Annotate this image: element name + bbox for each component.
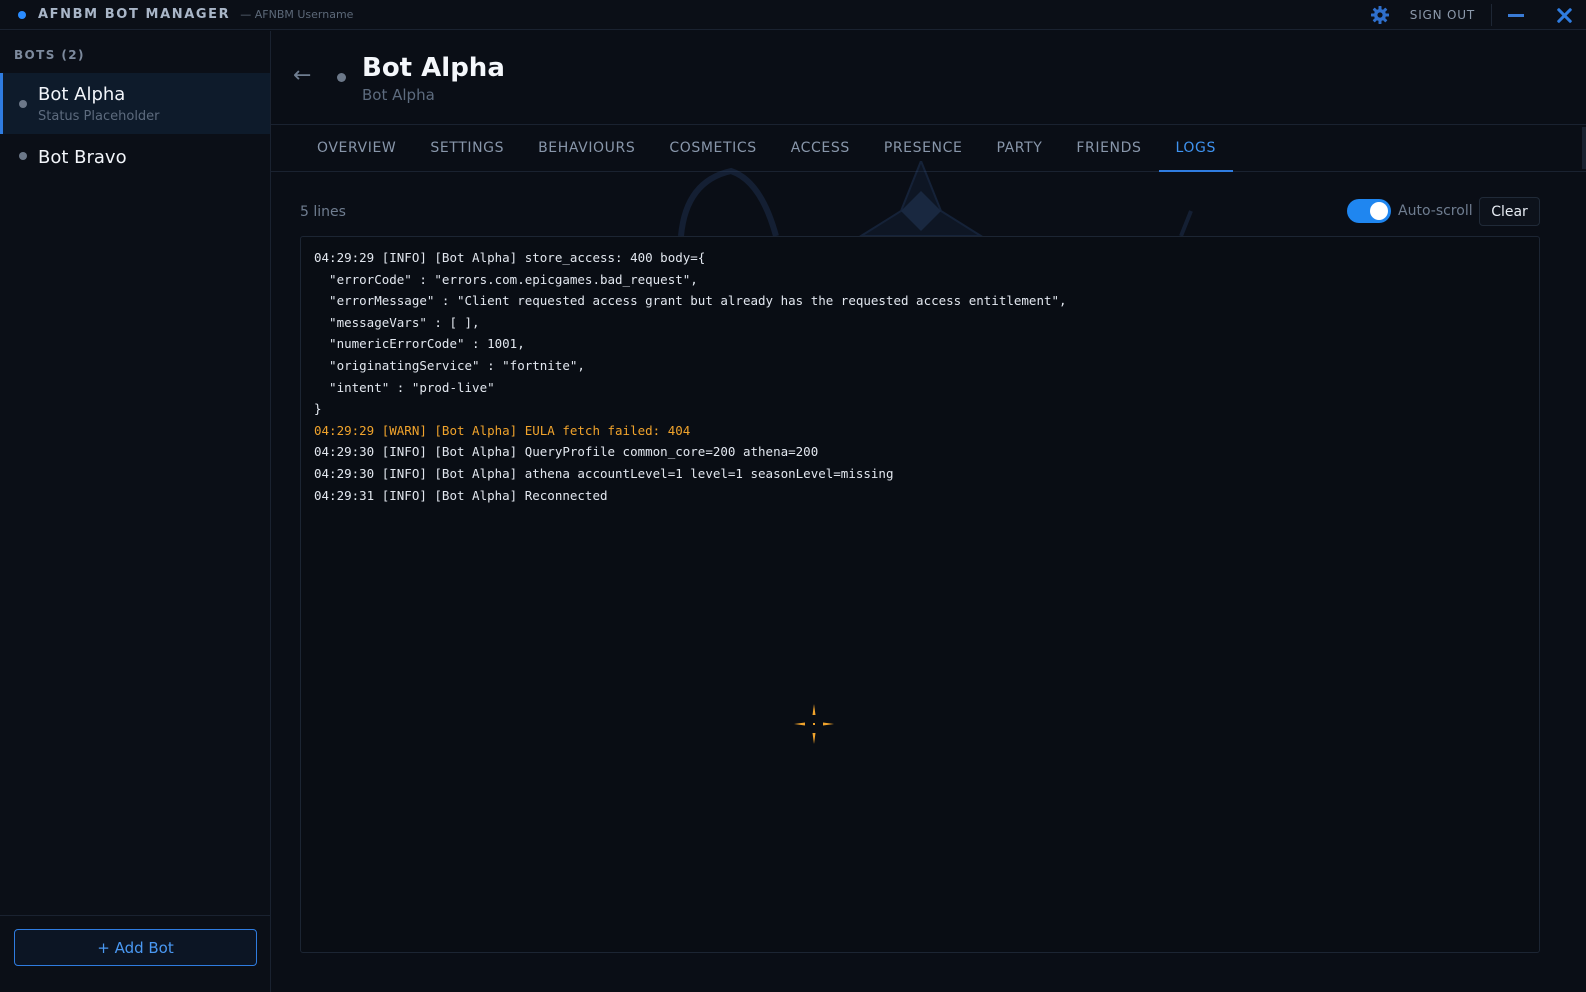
- page-title: Bot Alpha: [362, 53, 505, 83]
- main-panel: ← Bot Alpha Bot Alpha OVERVIEW SETTINGS BE…: [271, 31, 1586, 992]
- gear-icon[interactable]: [1370, 5, 1390, 25]
- background-logo-watermark: [678, 161, 1193, 237]
- tab-bar-scroll-edge: [1582, 127, 1586, 169]
- log-line: "intent" : "prod-live": [314, 379, 495, 395]
- sidebar-item-bot-alpha[interactable]: Bot Alpha Status Placeholder: [0, 73, 270, 134]
- log-line: 04:29:30 [INFO] [Bot Alpha] athena accou…: [314, 465, 894, 481]
- bots-heading: BOTS (2): [14, 48, 85, 62]
- title-bar: AFNBM BOT MANAGER — AFNBM Username SIGN …: [0, 0, 1586, 30]
- bot-name: Bot Alpha: [38, 84, 126, 105]
- sidebar: BOTS (2) Bot Alpha Status Placeholder Bo…: [0, 31, 271, 992]
- title-bar-divider: [1491, 4, 1492, 26]
- add-bot-button[interactable]: + Add Bot: [14, 929, 257, 966]
- log-line: "messageVars" : [ ],: [314, 314, 480, 330]
- log-line: 04:29:31 [INFO] [Bot Alpha] Reconnected: [314, 487, 608, 503]
- sign-out-button[interactable]: SIGN OUT: [1410, 8, 1475, 22]
- bot-status-dot: [19, 152, 27, 160]
- crosshair-cursor-icon: [794, 704, 834, 744]
- log-lines: 04:29:29 [INFO] [Bot Alpha] store_access…: [314, 247, 1067, 506]
- log-line: "errorMessage" : "Client requested acces…: [314, 293, 1067, 309]
- app-status-dot: [18, 10, 26, 19]
- title-bar-actions: SIGN OUT: [1370, 0, 1586, 30]
- page-subtitle: Bot Alpha: [362, 86, 435, 104]
- log-line-count: 5 lines: [300, 204, 346, 220]
- log-output[interactable]: 04:29:29 [INFO] [Bot Alpha] store_access…: [300, 236, 1540, 953]
- log-line: 04:29:29 [WARN] [Bot Alpha] EULA fetch f…: [314, 422, 691, 438]
- toggle-knob: [1370, 202, 1388, 220]
- log-line: 04:29:29 [INFO] [Bot Alpha] store_access…: [314, 250, 706, 265]
- log-line: "numericErrorCode" : 1001,: [314, 336, 525, 352]
- close-icon[interactable]: [1554, 5, 1574, 25]
- log-line: "originatingService" : "fortnite",: [314, 357, 585, 373]
- auto-scroll-label: Auto-scroll: [1398, 203, 1473, 219]
- app-title: AFNBM BOT MANAGER: [38, 7, 231, 22]
- bot-status-dot: [337, 73, 346, 82]
- bot-status-dot: [19, 100, 27, 108]
- bot-header: ← Bot Alpha Bot Alpha: [271, 31, 1586, 125]
- app-username: — AFNBM Username: [240, 8, 354, 21]
- bot-status: Status Placeholder: [38, 109, 160, 124]
- auto-scroll-toggle[interactable]: [1347, 199, 1391, 223]
- log-line: "errorCode" : "errors.com.epicgames.bad_…: [314, 271, 698, 287]
- tab-overview[interactable]: OVERVIEW: [300, 125, 413, 172]
- sidebar-divider: [0, 915, 270, 916]
- log-line: }: [314, 401, 322, 417]
- sidebar-item-bot-bravo[interactable]: Bot Bravo: [0, 135, 270, 187]
- tab-settings[interactable]: SETTINGS: [413, 125, 521, 172]
- back-arrow-icon[interactable]: ←: [293, 63, 311, 88]
- minimize-icon[interactable]: [1508, 14, 1524, 17]
- bot-name: Bot Bravo: [38, 147, 127, 168]
- clear-logs-button[interactable]: Clear: [1479, 197, 1540, 226]
- log-line: 04:29:30 [INFO] [Bot Alpha] QueryProfile…: [314, 444, 819, 460]
